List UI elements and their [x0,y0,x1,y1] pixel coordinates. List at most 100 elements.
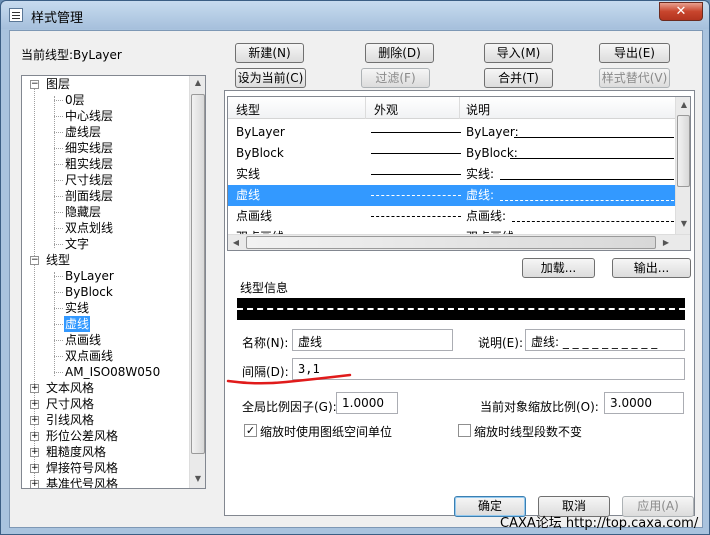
tree-item-layer[interactable]: 尺寸线层 [65,172,113,188]
list-hscroll-thumb[interactable] [246,236,656,249]
name-field[interactable]: 虚线 [292,329,453,351]
scroll-right-icon[interactable]: ▶ [658,238,674,247]
close-button[interactable]: ✕ [659,2,703,21]
tree-node-text-style[interactable]: 文本风格 [46,380,94,396]
row-name: 虚线 [236,188,261,202]
expand-icon[interactable]: + [30,400,39,409]
new-button[interactable]: 新建(N) [235,43,304,63]
tree-item-layer[interactable]: 隐藏层 [65,204,101,220]
list-header: 线型 外观 说明 [228,97,676,119]
tree-node-linetype[interactable]: 线型 [46,252,70,268]
expand-icon[interactable]: + [30,448,39,457]
line-sample [371,195,461,196]
tree-item-linetype[interactable]: ByLayer [65,268,114,284]
row-desc: 实线: [466,167,495,181]
global-scale-field[interactable]: 1.0000 [336,392,398,414]
list-row[interactable]: 点画线 点画线: [228,206,676,227]
delete-button[interactable]: 删除(D) [365,43,434,63]
tree-item-linetype[interactable]: 点画线 [65,332,101,348]
expand-icon[interactable]: + [30,480,39,488]
scroll-up-icon[interactable]: ▲ [676,100,690,109]
style-tree[interactable]: − 图层 0层 中心线层 虚线层 细实线层 粗实线层 尺寸线层 剖面线层 隐藏层… [21,75,206,489]
red-annotation-underline [226,373,352,385]
keep-segments-label: 缩放时线型段数不变 [474,425,583,439]
tree-item-linetype[interactable]: 实线 [65,300,89,316]
list-row-selected[interactable]: 虚线 虚线: [228,185,676,206]
scroll-up-icon[interactable]: ▲ [190,78,205,87]
tree-item-layer[interactable]: 虚线层 [65,124,101,140]
tree-scrollbar[interactable]: ▲ ▼ [189,76,205,488]
expand-icon[interactable]: + [30,432,39,441]
tree-node-weld-style[interactable]: 焊接符号风格 [46,460,118,476]
list-row[interactable]: ByLayer ByLayer: [228,122,676,143]
paper-units-checkbox[interactable]: ✓ [244,424,257,437]
current-linetype-label: 当前线型:ByLayer [21,48,122,62]
collapse-layers-icon[interactable]: − [30,80,39,89]
row-desc: ByLayer: [466,125,519,139]
tree-node-roughness-style[interactable]: 粗糙度风格 [46,444,106,460]
tree-item-linetype-selected[interactable]: 虚线 [64,316,91,332]
tree-node-datum-style[interactable]: 基准代号风格 [46,476,118,488]
expand-icon[interactable]: + [30,464,39,473]
expand-icon[interactable]: + [30,384,39,393]
import-button[interactable]: 导入(M) [484,43,553,63]
paper-units-label: 缩放时使用图纸空间单位 [260,425,393,439]
tree-node-tolerance-style[interactable]: 形位公差风格 [46,428,118,444]
list-hscroll[interactable]: ◀ ▶ [228,234,690,250]
object-scale-label: 当前对象缩放比例(O): [480,400,599,414]
name-label: 名称(N): [242,336,289,350]
column-header-appearance[interactable]: 外观 [374,101,398,118]
line-sample [371,153,461,154]
tree-node-layers[interactable]: 图层 [46,76,70,92]
merge-button[interactable]: 合并(T) [484,68,553,88]
description-label: 说明(E): [478,336,523,350]
tree-item-linetype[interactable]: ByBlock [65,284,113,300]
object-scale-field[interactable]: 3.0000 [604,392,684,414]
line-sample [371,174,461,175]
collapse-linetype-icon[interactable]: − [30,256,39,265]
global-scale-label: 全局比例因子(G): [242,400,337,414]
scroll-down-icon[interactable]: ▼ [676,219,690,228]
tree-item-layer[interactable]: 剖面线层 [65,188,113,204]
style-manager-window: 样式管理 ✕ 当前线型:ByLayer 新建(N) 删除(D) 导入(M) 导出… [0,0,710,535]
description-field[interactable]: 虚线: _ _ _ _ _ _ _ _ _ _ [525,329,685,351]
filter-button[interactable]: 过滤(F) [361,68,430,88]
tree-node-dim-style[interactable]: 尺寸风格 [46,396,94,412]
row-desc: 点画线: [466,209,507,223]
tree-item-layer[interactable]: 双点划线 [65,220,113,236]
tree-item-layer[interactable]: 细实线层 [65,140,113,156]
list-vscroll[interactable]: ▲ ▼ [675,97,690,234]
column-header-description[interactable]: 说明 [466,101,490,118]
output-button[interactable]: 输出... [612,258,691,278]
row-name: 点画线 [236,209,273,223]
tree-item-linetype[interactable]: 双点画线 [65,348,113,364]
tree-scroll-thumb[interactable] [191,94,205,454]
set-current-button[interactable]: 设为当前(C) [235,68,306,88]
app-icon [9,8,23,22]
line-sample [371,132,461,133]
forum-watermark: CAXA论坛 http://top.caxa.com/ [500,516,699,531]
expand-icon[interactable]: + [30,416,39,425]
row-desc: ByBlock: [466,146,518,160]
title-bar[interactable]: 样式管理 ✕ [1,1,709,29]
line-sample [371,216,461,217]
tree-node-leader-style[interactable]: 引线风格 [46,412,94,428]
list-row[interactable]: ByBlock ByBlock: [228,143,676,164]
load-button[interactable]: 加载... [522,258,595,278]
tree-item-layer[interactable]: 粗实线层 [65,156,113,172]
scroll-left-icon[interactable]: ◀ [228,238,244,247]
tree-item-layer[interactable]: 文字 [65,236,89,252]
tree-item-layer[interactable]: 0层 [65,92,85,108]
linetype-list[interactable]: 线型 外观 说明 ByLayer ByLayer: ByBlock ByBloc… [227,96,691,251]
column-header-linetype[interactable]: 线型 [236,101,260,118]
style-replace-button[interactable]: 样式替代(V) [599,68,670,88]
scroll-down-icon[interactable]: ▼ [190,474,205,483]
tree-item-linetype[interactable]: AM_ISO08W050 [65,364,160,380]
row-name: 实线 [236,167,261,181]
export-button[interactable]: 导出(E) [599,43,670,63]
keep-segments-checkbox[interactable] [458,424,471,437]
window-title: 样式管理 [31,11,84,26]
list-row[interactable]: 实线 实线: [228,164,676,185]
tree-item-layer[interactable]: 中心线层 [65,108,113,124]
list-vscroll-thumb[interactable] [677,115,690,187]
